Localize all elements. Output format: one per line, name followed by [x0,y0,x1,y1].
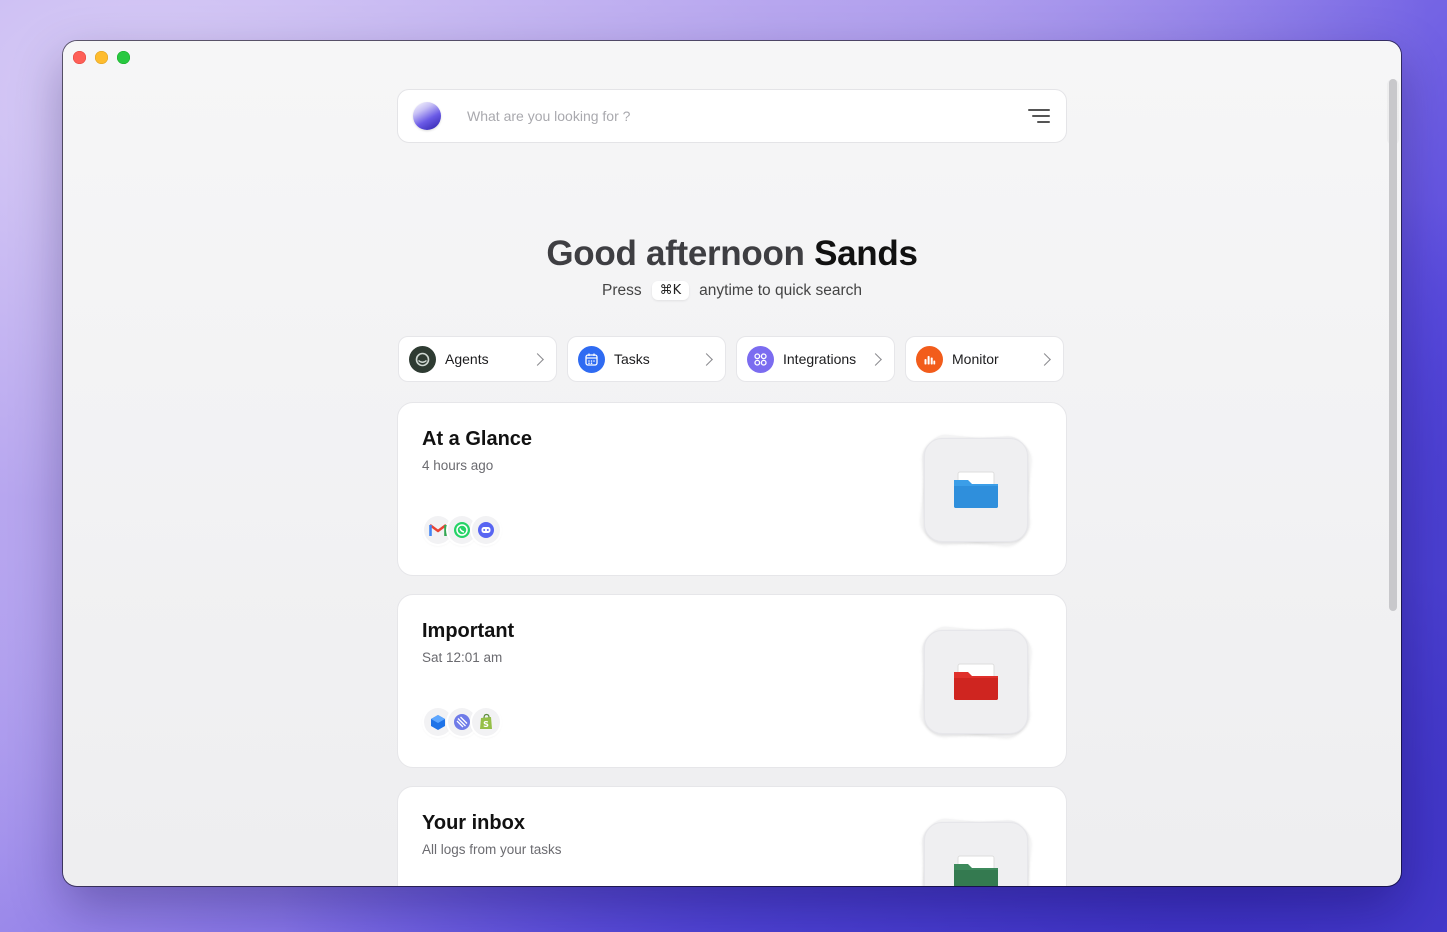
card-title: Your inbox [422,812,525,834]
search-input[interactable] [465,107,1028,125]
folder-icon [954,471,998,508]
inbox-folder-thumbnail [918,624,1034,740]
quick-link-label: Monitor [952,351,999,367]
quick-link-label: Agents [445,351,489,367]
card-subtitle: All logs from your tasks [422,842,562,857]
quick-link-label: Integrations [783,351,857,367]
close-window-button[interactable] [73,51,86,64]
connected-apps [424,516,500,544]
inbox-folder-thumbnail [918,432,1034,548]
quick-link-integrations[interactable]: Integrations [736,336,895,382]
chevron-right-icon [1038,352,1051,366]
quick-link-tasks[interactable]: Tasks [567,336,726,382]
greeting-heading: Good afternoon Sands [63,234,1401,274]
card-subtitle: Sat 12:01 am [422,650,503,665]
filter-menu-icon[interactable] [1028,108,1050,124]
agents-icon [409,345,436,373]
chevron-right-icon [531,352,544,366]
chevron-right-icon [869,352,882,366]
integrations-icon [747,345,774,373]
quick-links: Agents Tasks Integrations Monitor [398,336,1064,382]
app-window: Good afternoon Sands Press ⌘K anytime to… [63,41,1401,886]
quick-link-monitor[interactable]: Monitor [905,336,1064,382]
card-at-a-glance[interactable]: At a Glance 4 hours ago [397,402,1067,576]
connected-apps: S [424,708,500,736]
folder-icon [954,663,998,700]
card-subtitle: 4 hours ago [422,458,494,473]
minimize-window-button[interactable] [95,51,108,64]
window-controls [73,51,130,64]
user-name: Sands [814,234,918,273]
calendar-icon [578,345,605,373]
folder-icon [954,855,998,886]
card-title: At a Glance [422,428,533,450]
quick-search-hint: Press ⌘K anytime to quick search [63,281,1401,300]
shopify-icon: S [472,708,500,736]
inbox-folder-thumbnail [918,816,1034,886]
shortcut-key: ⌘K [651,281,690,300]
svg-text:S: S [483,720,489,729]
chevron-right-icon [700,352,713,366]
scrollbar[interactable] [1389,79,1397,611]
bar-chart-icon [916,345,943,373]
assistant-orb-icon[interactable] [413,102,441,130]
quick-link-agents[interactable]: Agents [398,336,557,382]
card-title: Important [422,620,515,642]
discord-icon [472,516,500,544]
hint-before: Press [602,281,642,299]
hint-after: anytime to quick search [699,281,862,299]
greeting-text: Good afternoon [546,234,805,273]
zoom-window-button[interactable] [117,51,130,64]
card-important[interactable]: Important Sat 12:01 am S [397,594,1067,768]
quick-link-label: Tasks [614,351,650,367]
search-bar [397,89,1067,143]
card-your-inbox[interactable]: Your inbox All logs from your tasks [397,786,1067,886]
